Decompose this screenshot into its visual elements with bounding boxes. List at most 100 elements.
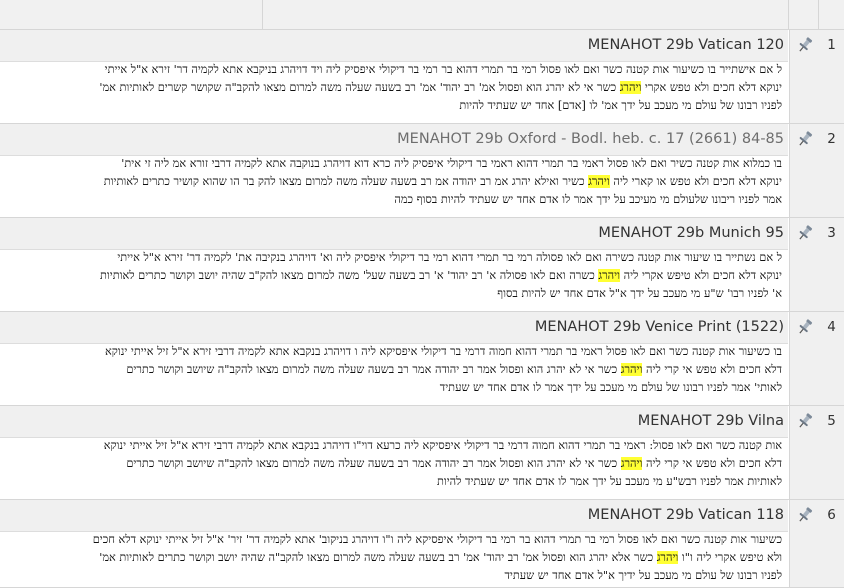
text-line: אמר לפניו ריבונו שלעולם מי מעיכב על ידך … bbox=[0, 191, 782, 209]
manuscript-title[interactable]: MENAHOT 29b Vatican 118 bbox=[588, 507, 784, 523]
pin-cell bbox=[789, 30, 820, 124]
text-segment: ל אם אישתייר בו כשיעור אות קטנה כשר ואם … bbox=[104, 63, 782, 76]
pin-icon[interactable] bbox=[796, 412, 814, 430]
manuscript-title-band: MENAHOT 29b Vilna bbox=[0, 406, 788, 438]
manuscript-row: MENAHOT 29b Oxford - Bodl. heb. c. 17 (2… bbox=[0, 124, 844, 218]
text-line: לפניו רבונו של עולם מי מעכב על ידך אמ' ל… bbox=[0, 97, 782, 115]
text-segment: ולא טיפש אקרי ליה ו"ו bbox=[678, 551, 782, 564]
manuscript-row: MENAHOT 29b Vatican 118 כשיעור אות קטנה כ… bbox=[0, 500, 844, 588]
row-number-cell: 2 bbox=[819, 124, 844, 218]
manuscript-title-band: MENAHOT 29b Vatican 120 bbox=[0, 30, 788, 62]
text-line: כשיעור אות קטנה כשר ואם לאו פסול רמי בר … bbox=[0, 531, 782, 549]
row-number: 1 bbox=[827, 37, 836, 53]
text-line: דלא חכים ולא טפש אי קרי ליה ויהרג כשר אי… bbox=[0, 455, 782, 473]
manuscript-text: כשיעור אות קטנה כשר ואם לאו פסול רמי בר … bbox=[0, 531, 788, 585]
text-segment: כשיעור אות קטנה כשר ואם לאו פסול רמי בר … bbox=[92, 533, 782, 546]
text-segment: א' לפניו רבו' ש"ע מי מעכב על ידך א"ל אדם… bbox=[497, 287, 782, 300]
text-segment: כשר אלא יהרג הוא ופסול אמ' רב יהוד' אמ' … bbox=[99, 551, 657, 564]
text-line: ולא טיפש אקרי ליה ו"ו ויהרג כשר אלא יהרג… bbox=[0, 549, 782, 567]
manuscript-row: MENAHOT 29b Munich 95 ל אם נשתייר בו שיעו… bbox=[0, 218, 844, 312]
pin-cell bbox=[789, 124, 820, 218]
text-line: בו כמלוא אות קטנה כשיר ואם לאו פסול ראמי… bbox=[0, 155, 782, 173]
text-segment: ינוקא דלא חכים ולא טיפש אקרי ליה bbox=[620, 269, 782, 282]
header-cell-text bbox=[263, 0, 789, 29]
manuscript-title-band: MENAHOT 29b Oxford - Bodl. heb. c. 17 (2… bbox=[0, 124, 788, 156]
row-number: 5 bbox=[827, 413, 836, 429]
manuscript-text: בו כמלוא אות קטנה כשיר ואם לאו פסול ראמי… bbox=[0, 155, 788, 209]
manuscript-title-band: MENAHOT 29b Venice Print (1522) bbox=[0, 312, 788, 344]
manuscript-text: אות קטנה כשר ואם לאו פסול: ראמי בר תמרי … bbox=[0, 437, 788, 491]
manuscript-row: MENAHOT 29b Vilna אות קטנה כשר ואם לאו פס… bbox=[0, 406, 844, 500]
row-number-cell: 1 bbox=[819, 30, 844, 124]
pin-icon[interactable] bbox=[796, 318, 814, 336]
pin-icon[interactable] bbox=[796, 506, 814, 524]
text-segment: לאותיות אמר לפניו רבש"ע מי מעכב על ידך א… bbox=[436, 475, 782, 488]
text-line: ינוקא דלא חכים ולא טיפש אקרי ליה ויהרג כ… bbox=[0, 267, 782, 285]
text-line: ינוקא דלא חכים ולא טפש או קארי ליה ויהרג… bbox=[0, 173, 782, 191]
highlighted-word: ויהרג bbox=[620, 363, 643, 376]
text-segment: כשרה ואם לאו פסולה א' רב יהוד' א' רב בשע… bbox=[99, 269, 599, 282]
manuscript-row: MENAHOT 29b Vatican 120 ל אם אישתייר בו כ… bbox=[0, 30, 844, 124]
pin-cell bbox=[789, 406, 820, 500]
row-number: 2 bbox=[827, 131, 836, 147]
text-line: בו כשיעור אות קטנה כשר ואם לאו פסול ראמי… bbox=[0, 343, 782, 361]
manuscript-title[interactable]: MENAHOT 29b Vatican 120 bbox=[588, 37, 784, 53]
text-segment: לפניו רבונו של עולם מי מעכב על ידך אמ' ל… bbox=[459, 99, 782, 112]
header-cell-number bbox=[819, 0, 843, 29]
text-line: אות קטנה כשר ואם לאו פסול: ראמי בר תמרי … bbox=[0, 437, 782, 455]
highlighted-word: ויהרג bbox=[656, 551, 679, 564]
text-segment: כשיר ואילא יהרג אמ רב יהודה אמ רב בשעה ש… bbox=[103, 175, 589, 188]
text-segment: ינוקא דלא חכים ולא טפש אקרי bbox=[641, 81, 782, 94]
header-cell-left bbox=[0, 0, 263, 29]
text-segment: לפניו רבונו של עולם מי מעכב על ידיך א"ל … bbox=[504, 569, 782, 582]
text-line: לאותי' אמר לפניו רבונו של עולם מי מעכב ע… bbox=[0, 379, 782, 397]
text-segment: אמר לפניו ריבונו שלעולם מי מעיכב על ידך … bbox=[394, 193, 782, 206]
text-segment: כשר אי לא יהרג הוא ופסול אמר רב יהודה אמ… bbox=[126, 363, 621, 376]
manuscript-row: MENAHOT 29b Venice Print (1522) בו כשיעור… bbox=[0, 312, 844, 406]
row-number-cell: 4 bbox=[819, 312, 844, 406]
manuscript-title[interactable]: MENAHOT 29b Munich 95 bbox=[598, 225, 784, 241]
text-segment: דלא חכים ולא טפש אי קרי ליה bbox=[642, 457, 782, 470]
manuscript-text: ל אם אישתייר בו כשיעור אות קטנה כשר ואם … bbox=[0, 61, 788, 115]
manuscript-title[interactable]: MENAHOT 29b Vilna bbox=[638, 413, 784, 429]
text-segment: בו כמלוא אות קטנה כשיר ואם לאו פסול ראמי… bbox=[121, 157, 782, 170]
text-segment: כשר אי לא יהרג הוא ופסול אמ' רב יהוד' אמ… bbox=[99, 81, 620, 94]
text-line: א' לפניו רבו' ש"ע מי מעכב על ידך א"ל אדם… bbox=[0, 285, 782, 303]
text-line: לפניו רבונו של עולם מי מעכב על ידיך א"ל … bbox=[0, 567, 782, 585]
manuscript-comparison-page: MENAHOT 29b Vatican 120 ל אם אישתייר בו כ… bbox=[0, 0, 844, 588]
text-segment: בו כשיעור אות קטנה כשר ואם לאו פסול ראמי… bbox=[104, 345, 782, 358]
text-line: דלא חכים ולא טפש אי קרי ליה ויהרג כשר אי… bbox=[0, 361, 782, 379]
text-segment: דלא חכים ולא טפש אי קרי ליה bbox=[642, 363, 782, 376]
pin-cell bbox=[789, 500, 820, 588]
text-line: ל אם נשתייר בו שיעור אות קטנה כשירה ואם … bbox=[0, 249, 782, 267]
pin-icon[interactable] bbox=[796, 36, 814, 54]
row-number: 6 bbox=[827, 507, 836, 523]
highlighted-word: ויהרג bbox=[619, 81, 642, 94]
row-number: 4 bbox=[827, 319, 836, 335]
pin-icon[interactable] bbox=[796, 130, 814, 148]
highlighted-word: ויהרג bbox=[588, 175, 610, 188]
text-segment: כשר אי לא יהרג הוא ופסול אמר רב יהודה אמ… bbox=[126, 457, 621, 470]
row-number: 3 bbox=[827, 225, 836, 241]
text-line: ל אם אישתייר בו כשיעור אות קטנה כשר ואם … bbox=[0, 61, 782, 79]
text-segment: אות קטנה כשר ואם לאו פסול: ראמי בר תמרי … bbox=[103, 439, 782, 452]
table-header bbox=[0, 0, 844, 30]
manuscript-text: ל אם נשתייר בו שיעור אות קטנה כשירה ואם … bbox=[0, 249, 788, 303]
row-number-cell: 6 bbox=[819, 500, 844, 588]
pin-icon[interactable] bbox=[796, 224, 814, 242]
text-segment: לאותי' אמר לפניו רבונו של עולם מי מעכב ע… bbox=[439, 381, 782, 394]
text-segment: ינוקא דלא חכים ולא טפש או קארי ליה bbox=[609, 175, 782, 188]
manuscript-title-band: MENAHOT 29b Munich 95 bbox=[0, 218, 788, 250]
row-number-cell: 5 bbox=[819, 406, 844, 500]
pin-cell bbox=[789, 312, 820, 406]
row-number-cell: 3 bbox=[819, 218, 844, 312]
manuscript-title[interactable]: MENAHOT 29b Oxford - Bodl. heb. c. 17 (2… bbox=[397, 131, 784, 147]
highlighted-word: ויהרג bbox=[620, 457, 643, 470]
text-line: לאותיות אמר לפניו רבש"ע מי מעכב על ידך א… bbox=[0, 473, 782, 491]
manuscript-text: בו כשיעור אות קטנה כשר ואם לאו פסול ראמי… bbox=[0, 343, 788, 397]
highlighted-word: ויהרג bbox=[598, 269, 621, 282]
manuscript-title[interactable]: MENAHOT 29b Venice Print (1522) bbox=[535, 319, 784, 335]
manuscript-title-band: MENAHOT 29b Vatican 118 bbox=[0, 500, 788, 532]
header-cell-icon bbox=[789, 0, 819, 29]
pin-cell bbox=[789, 218, 820, 312]
